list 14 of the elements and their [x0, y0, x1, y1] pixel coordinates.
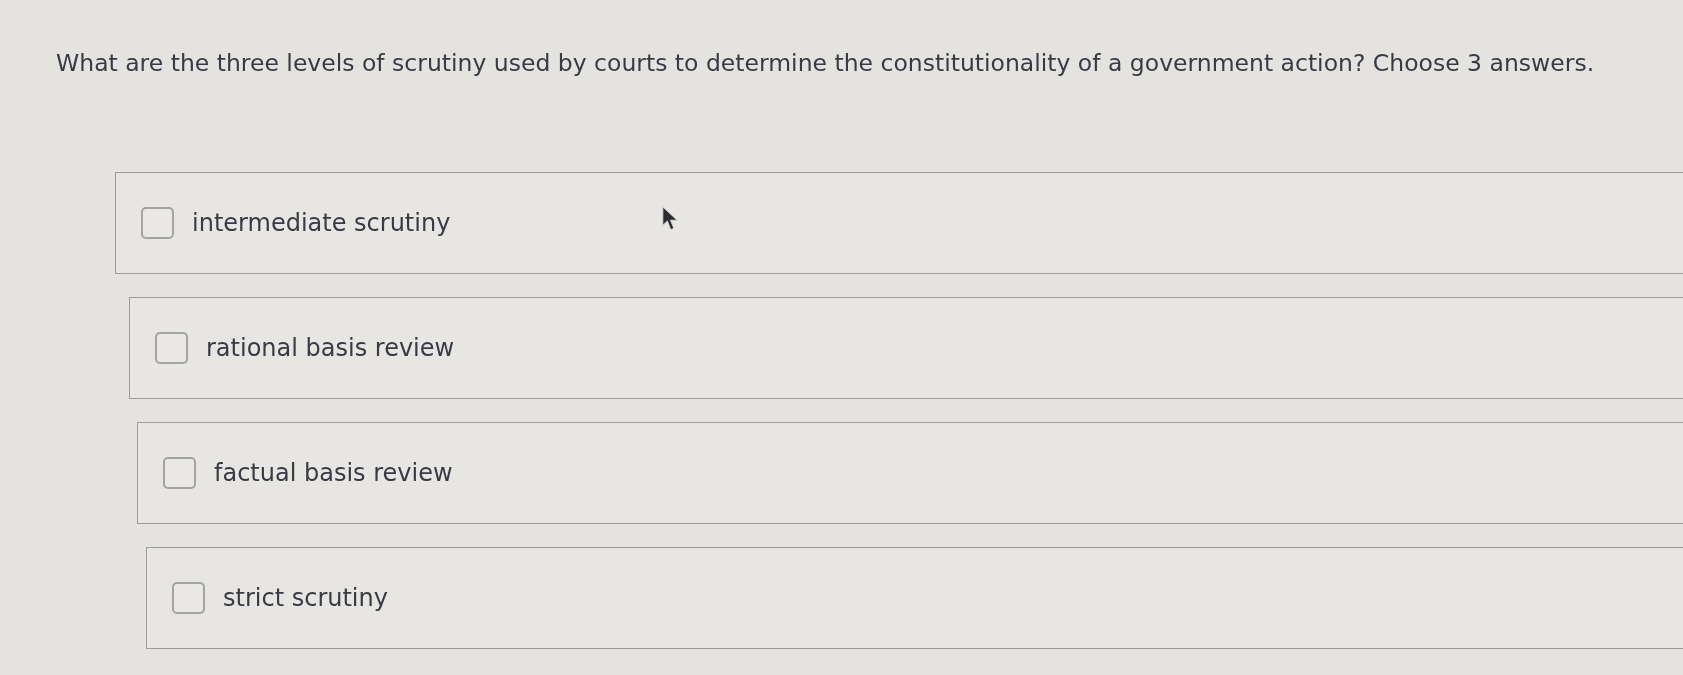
question-text: What are the three levels of scrutiny used by courts to determine the constitutionality of a government action? Choose 3 answers.: [56, 48, 1595, 78]
option-label: strict scrutiny: [223, 583, 388, 613]
answer-option[interactable]: intermediate scrutiny: [115, 172, 1683, 274]
answer-option[interactable]: rational basis review: [129, 297, 1683, 399]
mouse-pointer-icon: [662, 206, 678, 231]
checkbox[interactable]: [155, 332, 188, 364]
checkbox[interactable]: [163, 457, 196, 489]
option-label: intermediate scrutiny: [192, 208, 451, 238]
checkbox[interactable]: [172, 582, 205, 614]
answer-option[interactable]: factual basis review: [137, 422, 1683, 524]
option-label: factual basis review: [214, 458, 453, 488]
option-label: rational basis review: [206, 333, 455, 363]
answer-option[interactable]: strict scrutiny: [146, 547, 1683, 649]
checkbox[interactable]: [141, 207, 174, 239]
